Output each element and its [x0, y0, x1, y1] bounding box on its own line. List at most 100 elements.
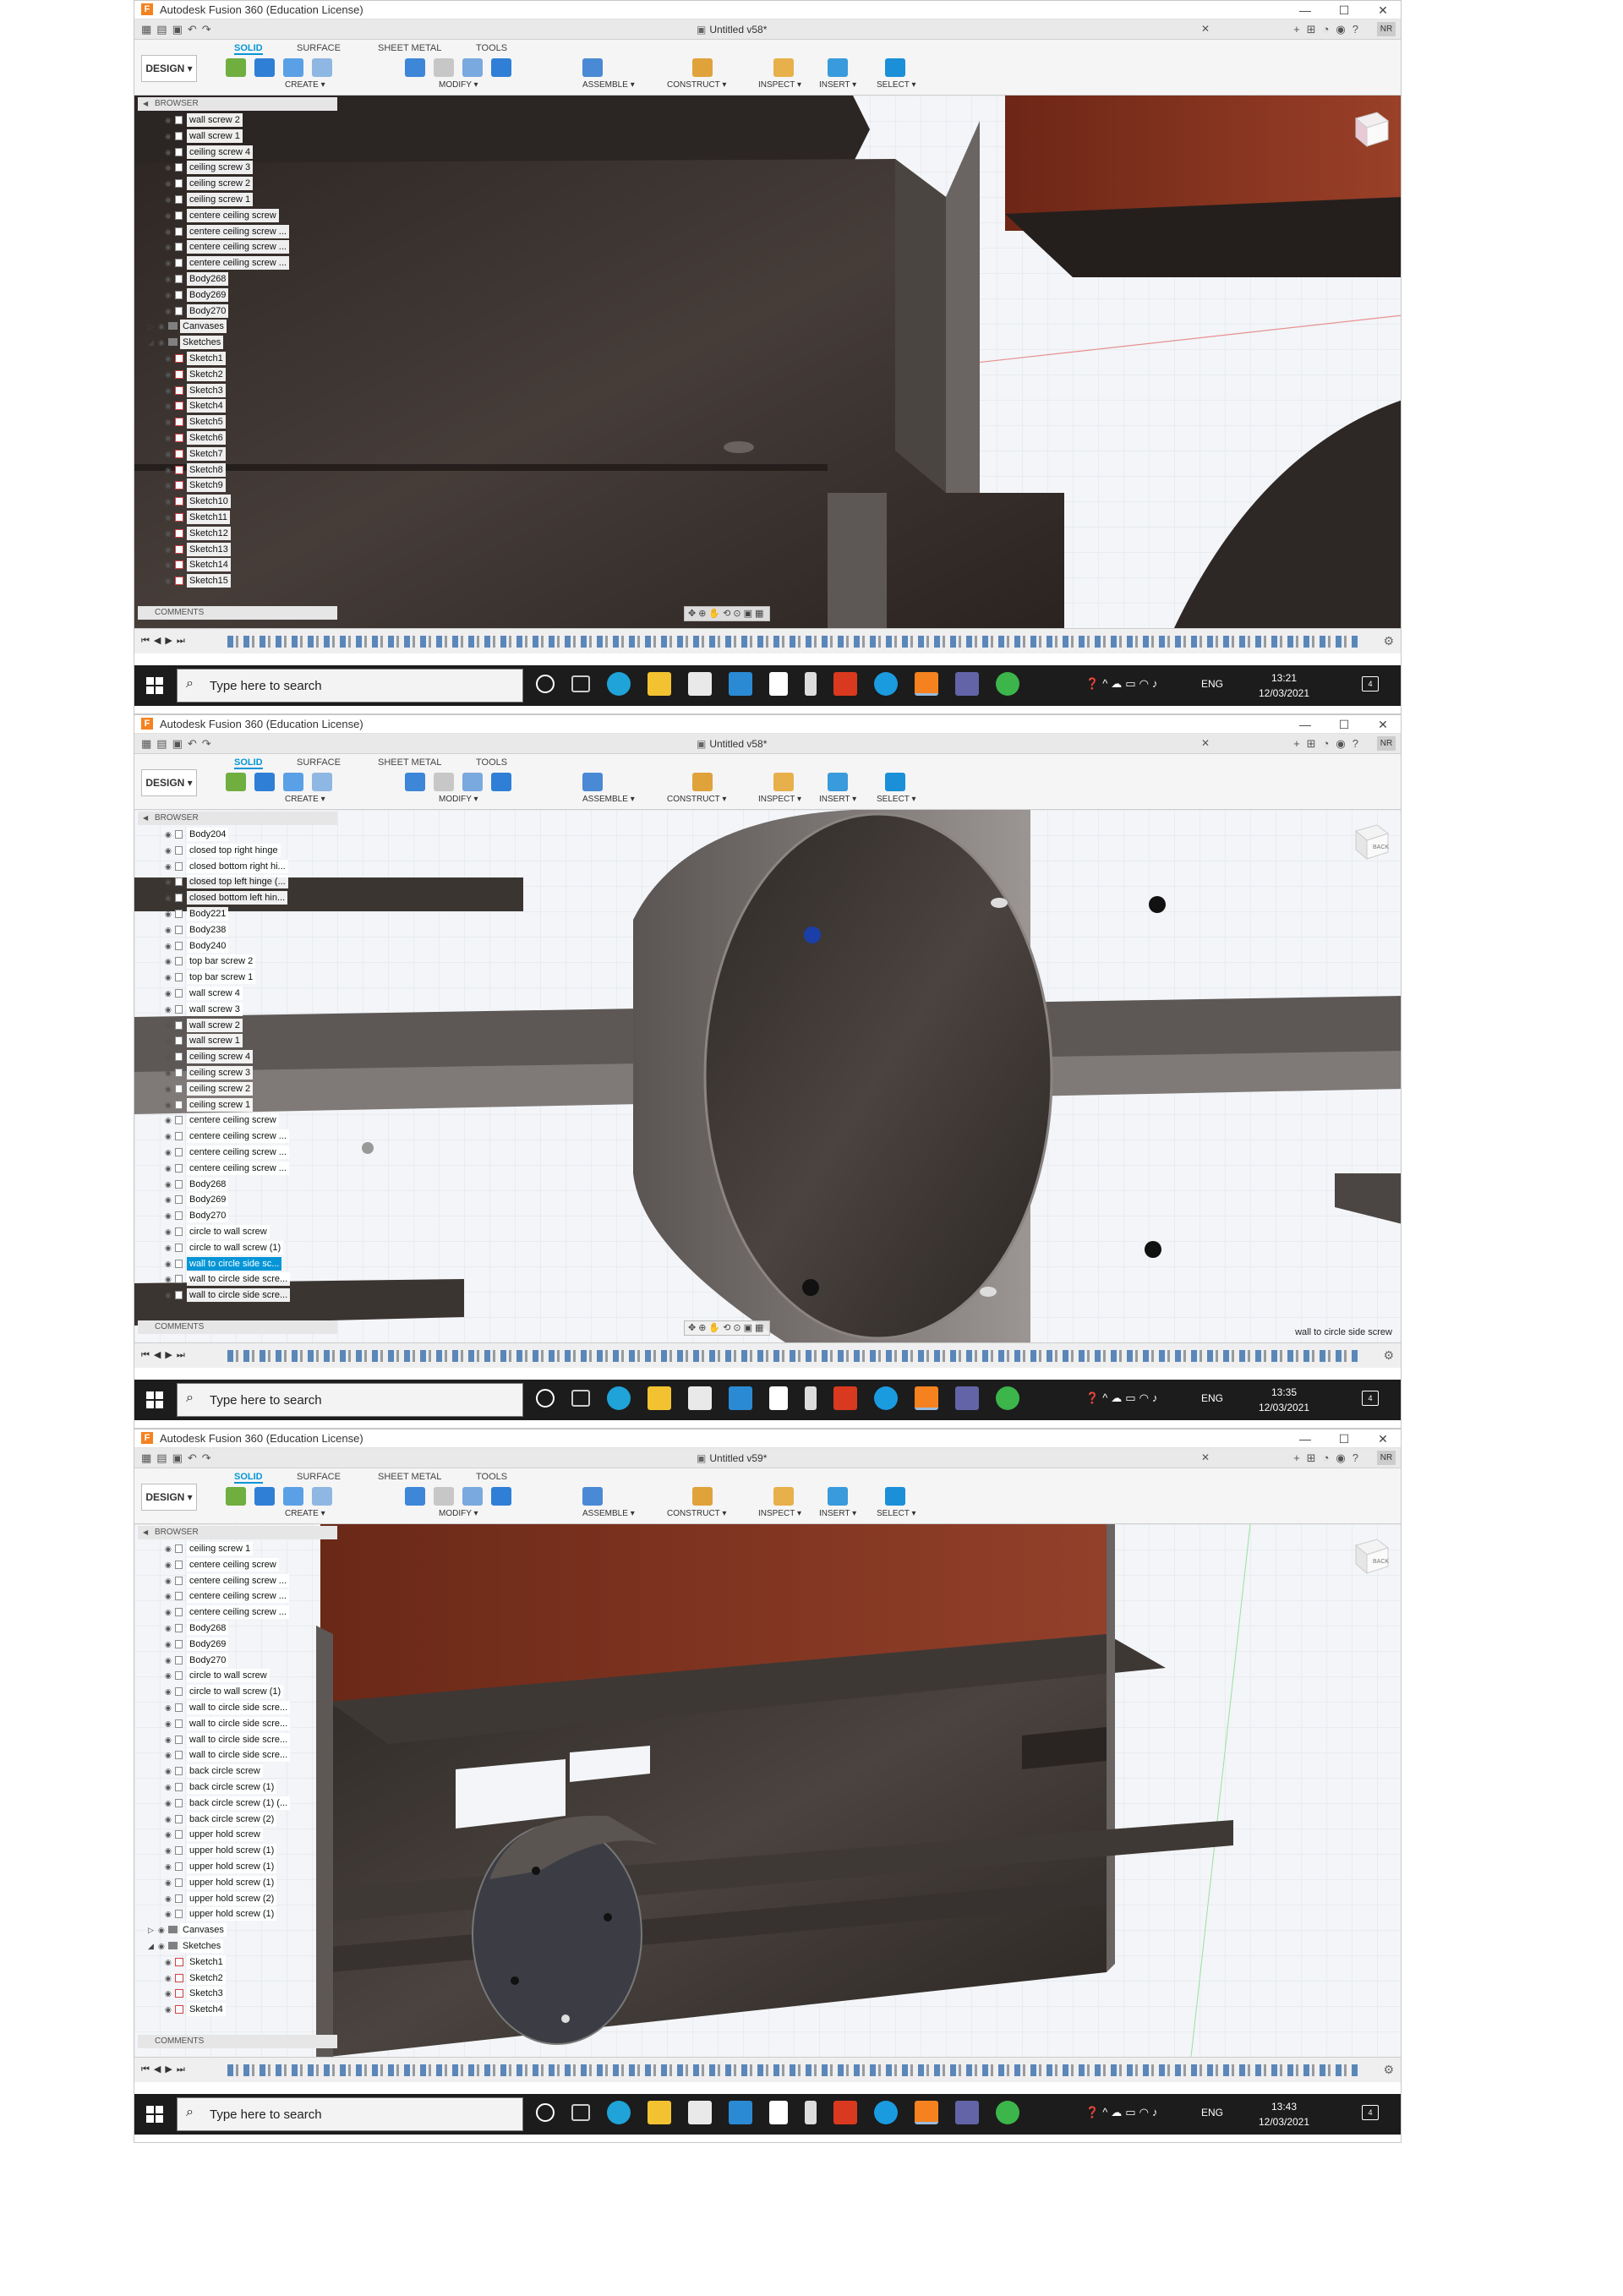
job-status-icon[interactable]: ◔ [1323, 737, 1336, 750]
tab-surface[interactable]: SURFACE [297, 43, 341, 53]
browser-header[interactable]: ◀ BROWSER [138, 97, 337, 111]
browser-tree-item[interactable]: ◉ wall to circle side scre... [138, 1747, 337, 1763]
minimize-button[interactable]: — [1286, 715, 1325, 734]
browser-tree-item[interactable]: ◉ wall to circle side scre... [138, 1716, 337, 1732]
visibility-eye-icon[interactable]: ◉ [165, 1796, 172, 1811]
browser-tree-item[interactable]: ◉ back circle screw (2) [138, 1812, 337, 1828]
visibility-eye-icon[interactable]: ◉ [165, 255, 172, 271]
view-cube[interactable]: BACK [1347, 818, 1391, 862]
windows-start-icon[interactable] [146, 1391, 163, 1408]
visibility-eye-icon[interactable]: ◉ [165, 922, 172, 938]
visibility-eye-icon[interactable]: ◉ [165, 351, 172, 366]
browser-tree-item[interactable]: ◉ ceiling screw 1 [138, 192, 337, 208]
whatsapp-icon[interactable] [996, 1386, 1019, 1410]
browser-header[interactable]: ◀ BROWSER [138, 1526, 337, 1539]
assemble-menu[interactable]: ASSEMBLE ▾ [582, 80, 635, 90]
visibility-eye-icon[interactable]: ◉ [165, 1653, 172, 1668]
volume-icon[interactable]: ♪ [1152, 1391, 1161, 1404]
visibility-eye-icon[interactable]: ◉ [165, 526, 172, 541]
help-icon[interactable]: ? [1352, 737, 1365, 750]
visibility-eye-icon[interactable]: ◉ [165, 573, 172, 588]
user-avatar[interactable]: NR [1377, 1451, 1396, 1465]
visibility-eye-icon[interactable]: ◉ [165, 557, 172, 572]
measure-icon[interactable] [773, 773, 794, 791]
file-explorer-icon[interactable] [648, 672, 671, 696]
extensions-icon[interactable]: ⊞ [1307, 737, 1323, 750]
taskbar-search[interactable]: ⌕ Type here to search [177, 2097, 523, 2131]
redo-icon[interactable]: ↷ [202, 23, 216, 36]
visibility-eye-icon[interactable]: ◉ [165, 1716, 172, 1731]
revolve-icon[interactable] [283, 58, 303, 77]
construct-menu[interactable]: CONSTRUCT ▾ [667, 1509, 726, 1518]
visibility-eye-icon[interactable]: ◉ [165, 827, 172, 842]
notifications-icon[interactable]: ◉ [1336, 1451, 1352, 1464]
browser-tree-item[interactable]: ◉ wall to circle side sc... [138, 1256, 337, 1272]
browser-tree-item[interactable]: ◉ centere ceiling screw ... [138, 224, 337, 240]
system-tray[interactable]: ❓^☁▭◠♪ [1085, 677, 1161, 691]
visibility-eye-icon[interactable]: ◉ [165, 1668, 172, 1683]
visibility-eye-icon[interactable]: ◉ [165, 1002, 172, 1017]
revolve-icon[interactable] [283, 773, 303, 791]
browser-tree-item[interactable]: ◉ wall to circle side scre... [138, 1287, 337, 1304]
browser-tree-item[interactable]: ◉ centere ceiling screw ... [138, 1145, 337, 1161]
task-view-icon[interactable] [571, 1390, 590, 1407]
battery-icon[interactable]: ▭ [1125, 677, 1139, 690]
maximize-button[interactable]: ☐ [1325, 1, 1363, 19]
visibility-eye-icon[interactable]: ◉ [165, 510, 172, 525]
visibility-eye-icon[interactable]: ◉ [165, 938, 172, 954]
whatsapp-icon[interactable] [996, 2101, 1019, 2124]
new-tab-icon[interactable]: + [1293, 737, 1307, 750]
task-view-icon[interactable] [571, 2104, 590, 2121]
edge-icon[interactable] [607, 2101, 631, 2124]
browser-tree-item[interactable]: ◉ Body269 [138, 1637, 337, 1653]
visibility-eye-icon[interactable]: ◉ [158, 335, 165, 350]
cloud-icon[interactable]: ☁ [1111, 2106, 1125, 2118]
browser-tree-item[interactable]: ◉ wall screw 1 [138, 128, 337, 145]
visibility-eye-icon[interactable]: ◉ [165, 176, 172, 191]
visibility-eye-icon[interactable]: ◉ [165, 1240, 172, 1255]
volume-icon[interactable]: ♪ [1152, 677, 1161, 690]
browser-tree-item[interactable]: ◉ centere ceiling screw ... [138, 255, 337, 271]
browser-tree-item[interactable]: ◉ Sketch4 [138, 398, 337, 414]
measure-icon[interactable] [773, 1487, 794, 1506]
mail-icon[interactable] [729, 2101, 752, 2124]
visibility-eye-icon[interactable]: ◉ [165, 843, 172, 858]
undo-icon[interactable]: ↶ [188, 23, 202, 36]
autodesk-icon[interactable] [805, 1386, 817, 1410]
visibility-eye-icon[interactable]: ◉ [165, 1986, 172, 2001]
help-tray-icon[interactable]: ❓ [1085, 2106, 1102, 2118]
browser-tree-item[interactable]: ◉ closed bottom left hin... [138, 890, 337, 906]
visibility-eye-icon[interactable]: ◉ [165, 1287, 172, 1303]
autodesk-icon[interactable] [805, 2101, 817, 2124]
browser-tree-item[interactable]: ◉ wall screw 3 [138, 1002, 337, 1018]
visibility-eye-icon[interactable]: ◉ [165, 2002, 172, 2017]
offset-plane-icon[interactable] [692, 773, 713, 791]
visibility-eye-icon[interactable]: ◉ [165, 1573, 172, 1588]
edge-icon[interactable] [607, 672, 631, 696]
browser-tree-item[interactable]: ◉ wall to circle side scre... [138, 1700, 337, 1716]
cura-icon[interactable] [874, 2101, 898, 2124]
extensions-icon[interactable]: ⊞ [1307, 23, 1323, 36]
tab-tools[interactable]: TOOLS [476, 43, 507, 53]
combine-icon[interactable] [491, 773, 511, 791]
create-menu[interactable]: CREATE ▾ [285, 795, 325, 804]
whatsapp-icon[interactable] [996, 672, 1019, 696]
visibility-eye-icon[interactable]: ◉ [165, 1827, 172, 1842]
visibility-eye-icon[interactable]: ◉ [165, 287, 172, 303]
close-tab-icon[interactable]: ✕ [1201, 23, 1210, 35]
inspect-menu[interactable]: INSPECT ▾ [758, 80, 801, 90]
create-sketch-icon[interactable] [226, 773, 246, 791]
browser-tree-item[interactable]: ◉ centere ceiling screw ... [138, 1161, 337, 1177]
browser-tree-item[interactable]: ◉ upper hold screw (1) [138, 1906, 337, 1922]
dropbox-icon[interactable] [769, 2101, 788, 2124]
visibility-eye-icon[interactable]: ◉ [165, 1732, 172, 1747]
browser-tree-item[interactable]: ◉ wall screw 1 [138, 1033, 337, 1049]
browser-tree-item[interactable]: ◉ Sketch5 [138, 414, 337, 430]
visibility-eye-icon[interactable]: ◉ [165, 271, 172, 287]
construct-menu[interactable]: CONSTRUCT ▾ [667, 80, 726, 90]
edge-icon[interactable] [607, 1386, 631, 1410]
user-avatar[interactable]: NR [1377, 22, 1396, 36]
user-avatar[interactable]: NR [1377, 736, 1396, 751]
file-icon[interactable]: ▤ [156, 1451, 172, 1464]
new-component-icon[interactable] [582, 773, 603, 791]
